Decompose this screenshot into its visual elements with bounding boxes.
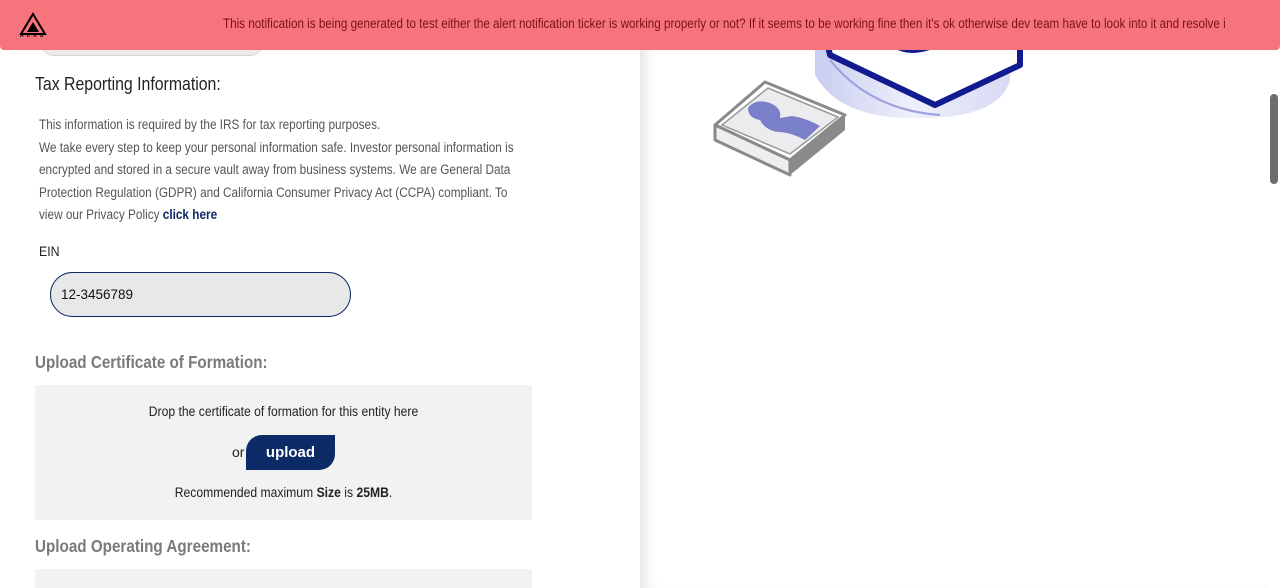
upload-button[interactable]: upload	[246, 435, 335, 470]
notification-ticker: AKRU This notification is being generate…	[0, 0, 1280, 50]
operating-agreement-upload-title: Upload Operating Agreement:	[35, 536, 251, 556]
certificate-drop-text: Drop the certificate of formation for th…	[148, 404, 419, 419]
form-column: Tax Reporting Information: This informat…	[0, 0, 640, 588]
tax-section-title: Tax Reporting Information:	[35, 74, 221, 94]
operating-agreement-drop-zone[interactable]	[35, 569, 532, 588]
certificate-drop-zone[interactable]: Drop the certificate of formation for th…	[35, 385, 532, 520]
privacy-policy-link[interactable]: click here	[163, 207, 217, 222]
illustration-panel	[640, 0, 1280, 588]
certificate-upload-title: Upload Certificate of Formation:	[35, 352, 268, 372]
tax-info-line2: We take every step to keep your personal…	[39, 139, 514, 223]
tax-info-text: This information is required by the IRS …	[39, 114, 514, 227]
scrollbar-thumb[interactable]	[1270, 94, 1278, 184]
or-text: or	[232, 444, 245, 460]
tax-info-line1: This information is required by the IRS …	[39, 117, 381, 132]
recommended-size-text: Recommended maximum Size is 25MB.	[174, 485, 393, 500]
ein-label: EIN	[39, 243, 60, 259]
notification-message: This notification is being generated to …	[223, 16, 1226, 31]
ein-input[interactable]	[50, 272, 351, 317]
brand-text: AKRU	[20, 33, 47, 39]
